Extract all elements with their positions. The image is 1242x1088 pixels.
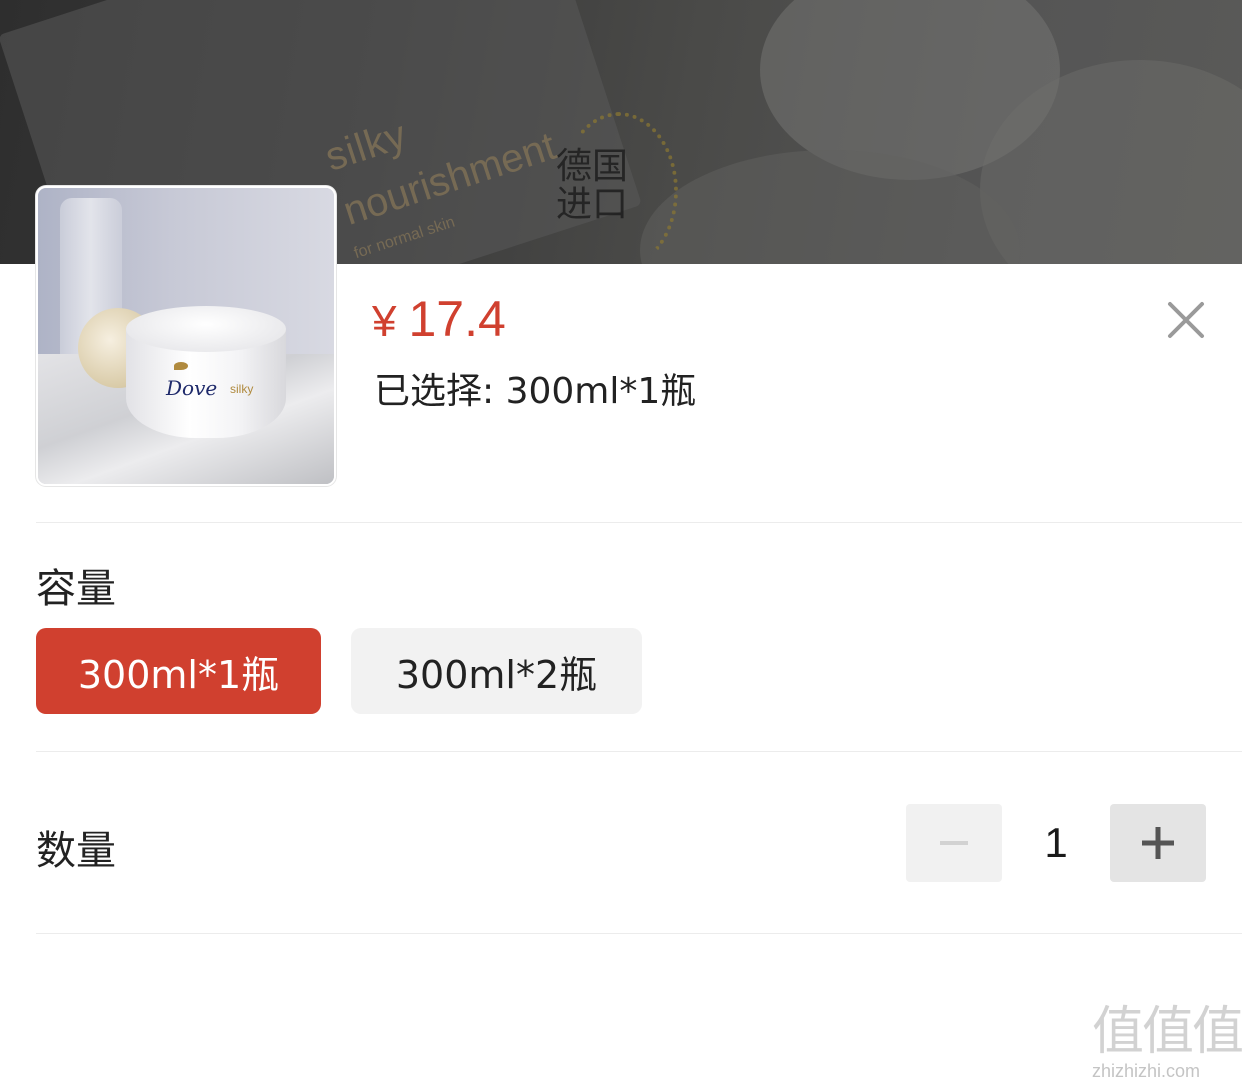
close-icon [1168,302,1204,338]
jar-brand: Dove [166,376,218,400]
quantity-value[interactable]: 1 [1002,804,1110,882]
jar-lid [126,306,286,352]
minus-icon [940,841,968,845]
divider [36,933,1242,934]
quantity-label: 数量 [36,828,116,874]
site-watermark: 值值值 zhizhizhi.com [1092,1004,1242,1088]
divider [36,522,1242,523]
capacity-label: 容量 [36,566,116,612]
capacity-option-300ml-1[interactable]: 300ml*1瓶 [36,628,321,714]
background-badge-text: 德国进口 [556,146,629,225]
divider [36,751,1242,752]
selected-sku-text: 已选择: 300ml*1瓶 [374,371,697,412]
dove-bird-icon [174,362,188,370]
close-button[interactable] [1162,296,1210,344]
currency-symbol: ¥ [372,297,397,346]
watermark-url: zhizhizhi.com [1092,1061,1201,1081]
capacity-option-300ml-2[interactable]: 300ml*2瓶 [351,628,642,714]
product-price: ¥17.4 [372,290,506,348]
thumbnail-cream-jar: Dove silky [126,306,286,446]
jar-variant: silky [230,382,254,396]
quantity-increment-button[interactable] [1110,804,1206,882]
watermark-glyphs: 值值值 [1092,1002,1242,1062]
product-thumbnail[interactable]: Dove silky [36,186,336,486]
plus-icon [1142,827,1174,859]
price-value: 17.4 [408,291,506,347]
quantity-decrement-button[interactable] [906,804,1002,882]
